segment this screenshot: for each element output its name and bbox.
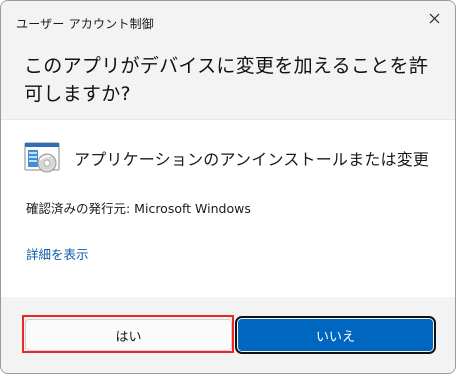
close-button[interactable] — [419, 5, 449, 31]
no-button[interactable]: いいえ — [235, 316, 436, 354]
show-details-link[interactable]: 詳細を表示 — [26, 244, 89, 263]
dialog-question: このアプリがデバイスに変更を加えることを許可しますか? — [24, 55, 429, 105]
close-icon — [429, 13, 439, 23]
app-row: アプリケーションのアンインストールまたは変更 — [24, 141, 429, 175]
installer-icon — [24, 142, 60, 173]
header-divider — [1, 119, 455, 120]
window-title: ユーザー アカウント制御 — [16, 17, 154, 31]
app-name: アプリケーションのアンインストールまたは変更 — [74, 150, 430, 169]
dialog-header: ユーザー アカウント制御 このアプリがデバイスに変更を加えることを許可しますか? — [1, 1, 455, 119]
yes-button[interactable]: はい — [25, 319, 232, 351]
publisher-text: 確認済みの発行元: Microsoft Windows — [26, 201, 251, 216]
uac-dialog: ユーザー アカウント制御 このアプリがデバイスに変更を加えることを許可しますか?… — [0, 0, 456, 374]
